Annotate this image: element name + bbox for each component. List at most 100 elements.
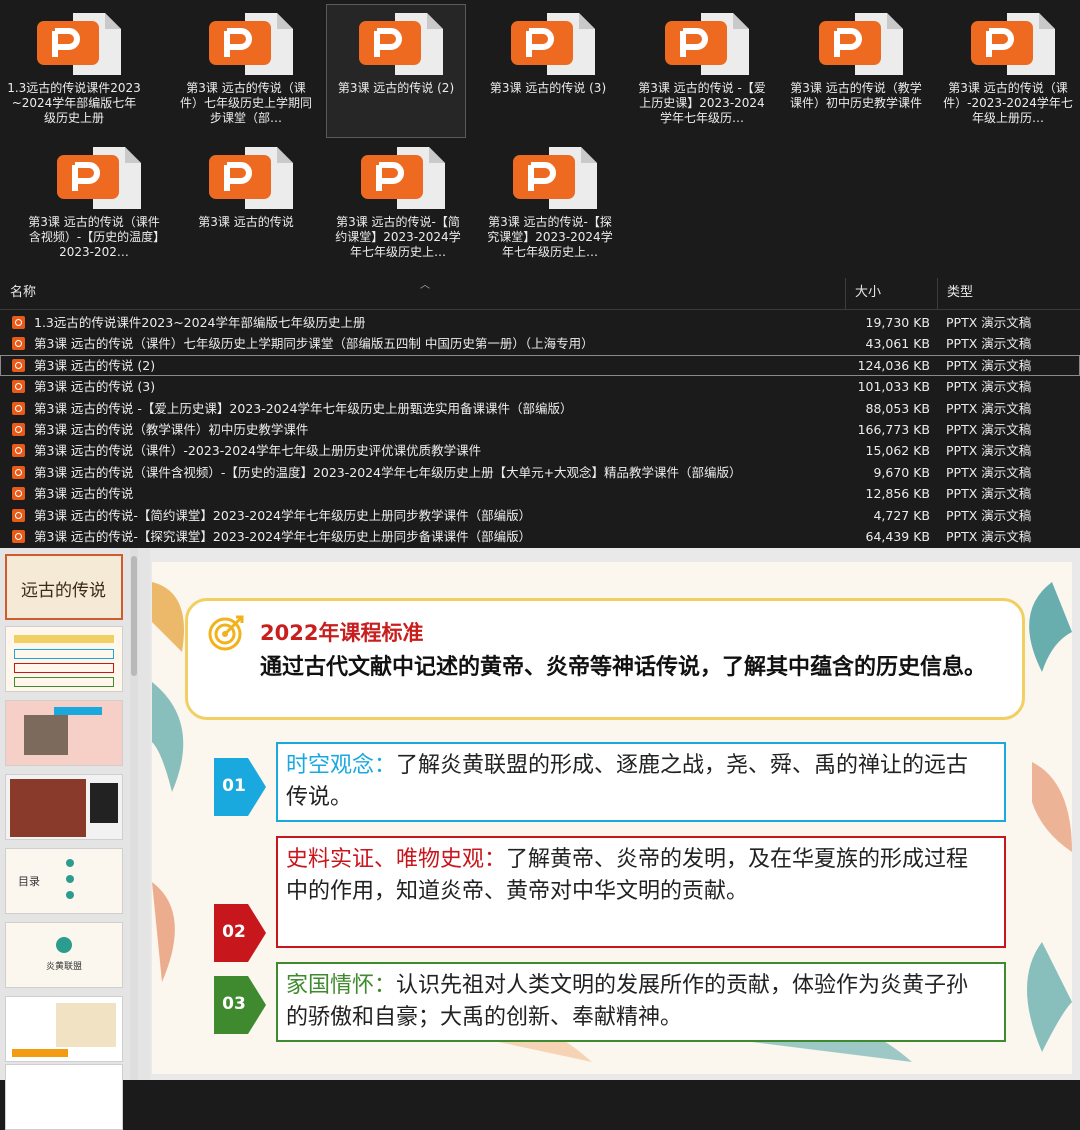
file-row[interactable]: 1.3远古的传说课件2023~2024学年部编版七年级历史上册 19,730 KB… bbox=[0, 312, 1080, 333]
file-row-type: PPTX 演示文稿 bbox=[946, 421, 1032, 437]
pptx-file-icon bbox=[12, 380, 25, 394]
slide-thumbnail[interactable] bbox=[5, 774, 123, 840]
column-header-row: ︿ 名称 大小 类型 bbox=[0, 278, 1080, 310]
file-tile[interactable]: 第3课 远古的传说（课件）-2023-2024学年七年级上册历… bbox=[938, 4, 1078, 138]
slide-thumbnail-title: 目录 bbox=[18, 875, 40, 888]
thumbnail-scrollbar-thumb[interactable] bbox=[131, 556, 137, 676]
badge-03: 03 bbox=[214, 976, 266, 1034]
file-row-name: 第3课 远古的传说 bbox=[34, 486, 134, 502]
file-row[interactable]: 第3课 远古的传说-【简约课堂】2023-2024学年七年级历史上册同步教学课件… bbox=[0, 505, 1080, 526]
item-text-01: 时空观念：了解炎黄联盟的形成、逐鹿之战，尧、舜、禹的禅让的远古传说。 bbox=[286, 750, 986, 814]
pptx-file-icon bbox=[12, 444, 25, 458]
file-row[interactable]: 第3课 远古的传说 (3) 101,033 KB PPTX 演示文稿 bbox=[0, 376, 1080, 397]
file-row-size: 15,062 KB bbox=[865, 443, 930, 459]
file-row-type: PPTX 演示文稿 bbox=[946, 443, 1032, 459]
pptx-file-icon bbox=[12, 358, 25, 372]
file-row-type: PPTX 演示文稿 bbox=[946, 528, 1032, 544]
file-tile[interactable]: 第3课 远古的传说（教学课件）初中历史教学课件 bbox=[786, 4, 926, 138]
standard-text: 通过古代文献中记述的黄帝、炎帝等神话传说，了解其中蕴含的历史信息。 bbox=[260, 655, 987, 680]
item-head-03: 家国情怀： bbox=[286, 973, 397, 998]
file-tile-label: 第3课 远古的传说（课件）七年级历史上学期同步课堂（部… bbox=[179, 81, 312, 125]
pptx-file-icon bbox=[12, 465, 25, 479]
file-row-name: 第3课 远古的传说（教学课件）初中历史教学课件 bbox=[34, 421, 309, 437]
slide-thumbnail[interactable]: 炎黄联盟 bbox=[5, 922, 123, 988]
file-row-type: PPTX 演示文稿 bbox=[946, 379, 1032, 395]
slide-thumbnail[interactable] bbox=[5, 626, 123, 692]
file-tile-label: 第3课 远古的传说（课件）-2023-2024学年七年级上册历… bbox=[943, 81, 1073, 125]
pptx-file-icon bbox=[665, 13, 749, 75]
slide-thumbnail[interactable] bbox=[5, 996, 123, 1062]
pptx-file-icon bbox=[12, 422, 25, 436]
file-row[interactable]: 第3课 远古的传说（课件）七年级历史上学期同步课堂（部编版五四制 中国历史第一册… bbox=[0, 333, 1080, 354]
file-row-size: 166,773 KB bbox=[857, 421, 930, 437]
column-header-size[interactable]: 大小 bbox=[845, 278, 937, 310]
file-row-name: 第3课 远古的传说 (2) bbox=[34, 357, 156, 373]
file-row-size: 9,670 KB bbox=[873, 464, 930, 480]
pptx-file-icon bbox=[12, 508, 25, 522]
pptx-file-icon bbox=[209, 13, 293, 75]
pptx-file-icon bbox=[12, 529, 25, 543]
file-tile[interactable]: 第3课 远古的传说 -【爱上历史课】2023-2024学年七年级历… bbox=[632, 4, 772, 138]
file-row[interactable]: 第3课 远古的传说（教学课件）初中历史教学课件 166,773 KB PPTX 演示… bbox=[0, 419, 1080, 440]
presentation-editor: 远古的传说 目录 炎黄联盟 2022年课程标准 通过古代文献中记述的黄帝、炎帝等… bbox=[0, 548, 1080, 1130]
file-row-name: 第3课 远古的传说-【简约课堂】2023-2024学年七年级历史上册同步教学课件… bbox=[34, 507, 532, 523]
pptx-file-icon bbox=[12, 316, 25, 329]
file-row-name: 1.3远古的传说课件2023~2024学年部编版七年级历史上册 bbox=[34, 315, 366, 330]
file-tile[interactable]: 1.3远古的传说课件2023~2024学年部编版七年级历史上册 bbox=[4, 4, 144, 138]
slide-thumbnail-title: 炎黄联盟 bbox=[46, 962, 83, 972]
file-row-selected[interactable]: 第3课 远古的传说 (2) 124,036 KB PPTX 演示文稿 bbox=[0, 354, 1080, 377]
file-row-size: 101,033 KB bbox=[857, 379, 930, 395]
slide-canvas[interactable]: 2022年课程标准 通过古代文献中记述的黄帝、炎帝等神话传说，了解其中蕴含的历史… bbox=[152, 562, 1072, 1074]
pptx-file-icon bbox=[37, 13, 121, 75]
file-tile[interactable]: 第3课 远古的传说（课件）七年级历史上学期同步课堂（部… bbox=[176, 4, 316, 138]
badge-01: 01 bbox=[214, 758, 266, 816]
slide-thumbnail[interactable] bbox=[5, 1064, 123, 1130]
item-head-01: 时空观念： bbox=[286, 753, 397, 778]
file-row-type: PPTX 演示文稿 bbox=[946, 336, 1032, 352]
file-tile-selected[interactable]: 第3课 远古的传说 (2) bbox=[326, 4, 466, 138]
file-row[interactable]: 第3课 远古的传说（课件）-2023-2024学年七年级上册历史评优课优质教学课… bbox=[0, 440, 1080, 461]
slide-thumbnail[interactable]: 远古的传说 bbox=[5, 554, 123, 620]
file-row[interactable]: 第3课 远古的传说（课件含视频）-【历史的温度】2023-2024学年七年级历史… bbox=[0, 462, 1080, 483]
file-row[interactable]: 第3课 远古的传说 -【爱上历史课】2023-2024学年七年级历史上册甄选实用… bbox=[0, 398, 1080, 419]
badge-02: 02 bbox=[214, 904, 266, 962]
file-row-size: 4,727 KB bbox=[873, 507, 930, 523]
pptx-file-icon bbox=[12, 401, 25, 415]
badge-number: 02 bbox=[222, 922, 246, 942]
file-row-size: 43,061 KB bbox=[865, 336, 930, 352]
file-tile[interactable]: 第3课 远古的传说 (3) bbox=[478, 4, 618, 138]
item-text-02: 史料实证、唯物史观：了解黄帝、炎帝的发明，及在华夏族的形成过程中的作用，知道炎帝… bbox=[286, 844, 986, 908]
pptx-file-icon bbox=[12, 337, 25, 351]
file-row-name: 第3课 远古的传说（课件含视频）-【历史的温度】2023-2024学年七年级历史… bbox=[34, 464, 742, 480]
file-tile-label: 第3课 远古的传说 (3) bbox=[489, 81, 607, 95]
file-row-name: 第3课 远古的传说-【探究课堂】2023-2024学年七年级历史上册同步备课课件… bbox=[34, 528, 532, 544]
file-tile-label: 第3课 远古的传说（课件含视频）-【历史的温度】2023-202… bbox=[28, 215, 160, 259]
pptx-file-icon bbox=[819, 13, 903, 75]
file-row-name: 第3课 远古的传说 -【爱上历史课】2023-2024学年七年级历史上册甄选实用… bbox=[34, 400, 573, 416]
column-header-name[interactable]: 名称 bbox=[0, 278, 845, 310]
file-row[interactable]: 第3课 远古的传说-【探究课堂】2023-2024学年七年级历史上册同步备课课件… bbox=[0, 526, 1080, 547]
file-tile-label: 第3课 远古的传说 (2) bbox=[337, 81, 455, 95]
pptx-file-icon bbox=[511, 13, 595, 75]
file-tile[interactable]: 第3课 远古的传说-【探究课堂】2023-2024学年七年级历史上… bbox=[480, 138, 620, 272]
file-row[interactable]: 第3课 远古的传说 12,856 KB PPTX 演示文稿 bbox=[0, 483, 1080, 504]
file-row-type: PPTX 演示文稿 bbox=[946, 400, 1032, 416]
file-tile[interactable]: 第3课 远古的传说（课件含视频）-【历史的温度】2023-202… bbox=[24, 138, 164, 272]
file-tile[interactable]: 第3课 远古的传说 bbox=[176, 138, 316, 272]
file-icon-view: 1.3远古的传说课件2023~2024学年部编版七年级历史上册 第3课 远古的传… bbox=[0, 0, 1080, 278]
file-tile[interactable]: 第3课 远古的传说-【简约课堂】2023-2024学年七年级历史上… bbox=[328, 138, 468, 272]
slide-thumbnail[interactable] bbox=[5, 700, 123, 766]
file-row-size: 124,036 KB bbox=[857, 357, 930, 373]
file-tile-label: 第3课 远古的传说 bbox=[198, 215, 294, 229]
target-icon bbox=[208, 615, 244, 651]
item-box-03: 家国情怀：认识先祖对人类文明的发展所作的贡献，体验作为炎黄子孙的骄傲和自豪；大禹… bbox=[276, 962, 1006, 1042]
pptx-file-icon bbox=[209, 147, 293, 209]
standard-title: 2022年课程标准 bbox=[260, 621, 424, 645]
column-header-type[interactable]: 类型 bbox=[937, 278, 1080, 310]
pptx-file-icon bbox=[57, 147, 141, 209]
file-tile-label: 第3课 远古的传说 -【爱上历史课】2023-2024学年七年级历… bbox=[638, 81, 766, 125]
slide-thumbnail[interactable]: 目录 bbox=[5, 848, 123, 914]
file-tile-label: 第3课 远古的传说-【探究课堂】2023-2024学年七年级历史上… bbox=[487, 215, 613, 259]
item-text-03: 家国情怀：认识先祖对人类文明的发展所作的贡献，体验作为炎黄子孙的骄傲和自豪；大禹… bbox=[286, 970, 986, 1034]
file-row-type: PPTX 演示文稿 bbox=[946, 464, 1032, 480]
